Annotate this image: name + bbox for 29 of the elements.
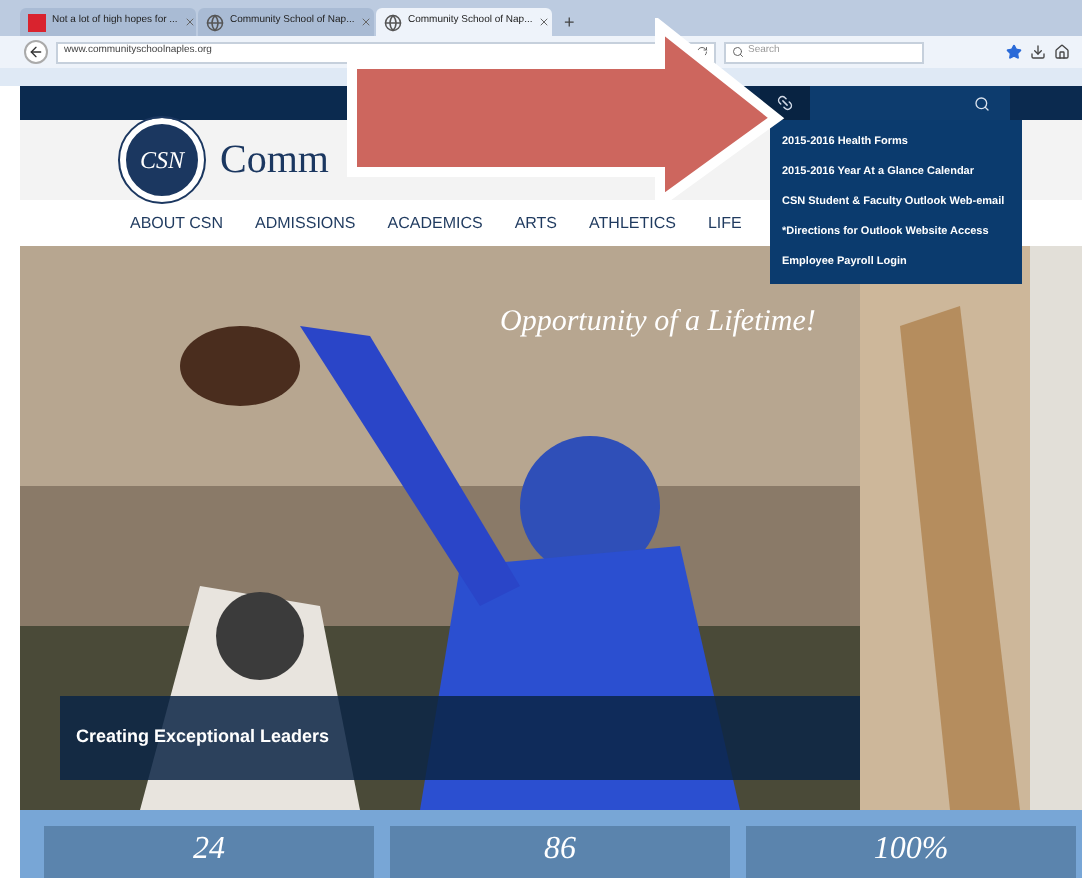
caption-text: Creating Exceptional Leaders xyxy=(76,724,330,751)
nav-link[interactable]: ADMISSIONS xyxy=(255,211,356,235)
globe-icon xyxy=(384,13,402,31)
back-button[interactable] xyxy=(24,40,48,64)
close-icon[interactable] xyxy=(183,16,196,28)
link-icon xyxy=(772,90,798,116)
back-arrow-icon xyxy=(28,44,44,60)
nav-link[interactable]: ARTS xyxy=(514,211,558,235)
nav-link[interactable]: ABOUT CSN xyxy=(130,211,224,235)
close-icon[interactable] xyxy=(538,16,551,28)
nav-link[interactable]: LIFE xyxy=(707,211,742,235)
school-logo: CSN xyxy=(120,118,204,202)
reload-icon[interactable] xyxy=(696,46,708,58)
bookmark-star-icon[interactable] xyxy=(1006,44,1022,60)
new-tab-button[interactable]: + xyxy=(554,8,585,36)
nav-link[interactable]: ACADEMICS xyxy=(387,211,483,235)
site-logo-icon xyxy=(28,13,46,31)
close-icon[interactable] xyxy=(360,16,373,28)
download-icon[interactable] xyxy=(1030,44,1046,60)
search-icon xyxy=(974,95,990,111)
hero-headline: Opportunity of a Lifetime! xyxy=(500,306,816,338)
nav-link[interactable]: ATHLETICS xyxy=(589,211,676,235)
stat-number: 100% xyxy=(873,830,949,870)
home-icon[interactable] xyxy=(1054,44,1070,60)
stat-number: 86 xyxy=(544,830,576,870)
search-icon xyxy=(732,46,744,58)
stat-number: 24 xyxy=(193,830,225,870)
globe-icon xyxy=(206,13,224,31)
school-name: Comm xyxy=(220,136,329,186)
